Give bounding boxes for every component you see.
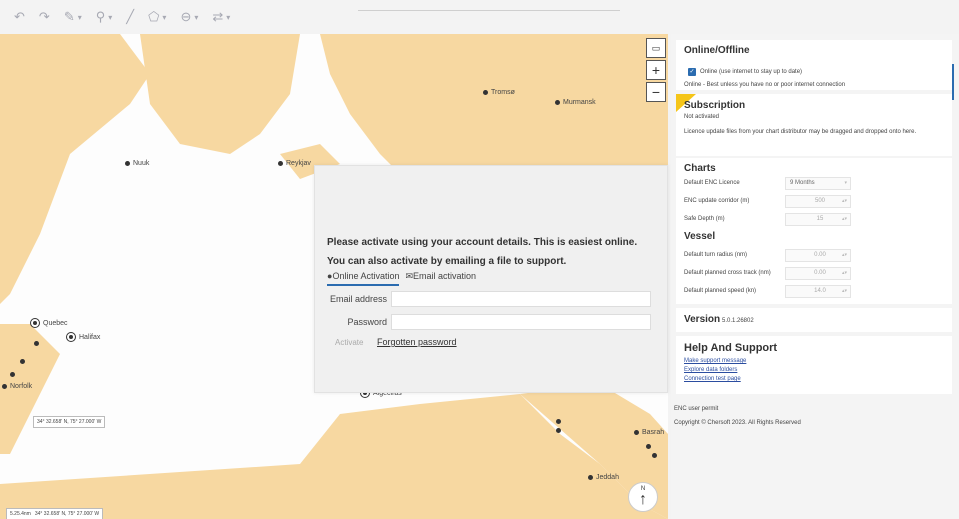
activation-tabs: ●Online Activation ✉Email activation — [327, 271, 476, 286]
city-norfolk[interactable]: Norfolk — [2, 383, 32, 390]
map-view-icon[interactable]: ▭ — [646, 38, 666, 58]
data-folders-link[interactable]: Explore data folders — [684, 367, 737, 373]
copyright-text: Copyright © Chersoft 2023. All Rights Re… — [674, 420, 801, 426]
stepper-icon: ▴▾ — [841, 216, 847, 222]
stepper-icon: ▴▾ — [841, 270, 847, 276]
city-tromso[interactable]: Tromsø — [483, 89, 515, 96]
version-title: Version — [684, 314, 721, 325]
activation-dialog: Please activate using your account detai… — [314, 165, 668, 393]
city-jeddah[interactable]: Jeddah — [588, 474, 619, 481]
email-field[interactable] — [391, 291, 651, 307]
cross-track-field[interactable]: 0.00 ▴▾ — [785, 267, 851, 280]
tab-online-activation[interactable]: ●Online Activation — [327, 271, 400, 286]
coordinate-readout: 34° 32.658' N, 75° 27.000' W — [33, 416, 106, 428]
tab-email-activation[interactable]: ✉Email activation — [405, 271, 476, 286]
forgotten-password-link[interactable]: Forgotten password — [377, 337, 457, 347]
email-label: Email address — [329, 294, 387, 304]
safe-depth-field[interactable]: 15 ▴▾ — [785, 213, 851, 226]
version-value: 5.0.1.26802 — [722, 318, 754, 324]
settings-panel: Online/Offline ✓ Online (use internet to… — [671, 34, 959, 519]
port-marker[interactable] — [652, 453, 657, 458]
north-arrow-button[interactable]: N ↑ — [628, 482, 658, 512]
password-field[interactable] — [391, 314, 651, 330]
stepper-icon: ▴▾ — [841, 288, 847, 294]
undo-icon[interactable]: ↶ — [14, 9, 25, 25]
status-readout: 5.25.4nm 34° 32.658' N, 75° 27.000' W — [6, 508, 104, 519]
zoom-in-button[interactable]: + — [646, 60, 666, 80]
port-marker[interactable] — [34, 341, 39, 346]
port-marker[interactable] — [556, 428, 561, 433]
city-murmansk[interactable]: Murmansk — [555, 99, 596, 106]
city-nuuk[interactable]: Nuuk — [125, 160, 149, 167]
polygon-icon[interactable]: ⬠ ▾ — [148, 9, 166, 25]
planned-speed-field[interactable]: 14.0 ▴▾ — [785, 285, 851, 298]
email-icon: ✉ — [405, 271, 414, 281]
cross-track-label: Default planned cross track (nm) — [684, 270, 771, 276]
enc-permit-link[interactable]: ENC user permit — [674, 406, 718, 412]
online-title: Online/Offline — [684, 45, 750, 56]
panel-scrollbar[interactable] — [952, 64, 954, 100]
help-card: Help And Support Make support message Ex… — [676, 336, 952, 394]
charts-title: Charts — [684, 163, 716, 174]
city-reykjavik[interactable]: Reykjav — [278, 160, 311, 167]
subscription-title: Subscription — [684, 100, 746, 111]
city-halifax[interactable]: Halifax — [66, 332, 100, 342]
cursor-readout: 34° 32.658' N, 75° 27.000' W — [34, 511, 100, 517]
version-card: Version 5.0.1.26802 — [676, 308, 952, 332]
subscription-note: Licence update files from your chart dis… — [684, 129, 917, 135]
help-title: Help And Support — [684, 342, 778, 354]
online-checkbox[interactable]: ✓ — [688, 68, 696, 76]
corridor-field[interactable]: 500 ▴▾ — [785, 195, 851, 208]
subscription-card: Subscription Not activated Licence updat… — [676, 94, 952, 156]
safe-depth-label: Safe Depth (m) — [684, 216, 725, 222]
online-note: Online - Best unless you have no or poor… — [684, 82, 846, 88]
corridor-label: ENC update corridor (m) — [684, 198, 750, 204]
turn-radius-label: Default turn radius (nm) — [684, 252, 748, 258]
planned-speed-label: Default planned speed (kn) — [684, 288, 757, 294]
connection-test-link[interactable]: Connection test page — [684, 376, 741, 382]
enc-licence-select[interactable]: 9 Months ▾ — [785, 177, 851, 190]
charts-vessel-card: Charts Default ENC Licence 9 Months ▾ ENC… — [676, 158, 952, 304]
activate-button[interactable]: Activate — [335, 338, 363, 347]
city-basrah[interactable]: Basrah — [634, 429, 664, 436]
map-toolbar: ↶ ↷ ✎ ▾ ⚲ ▾ ╱ ⬠ ▾ ⊖ ▾ ⇄ ▾ — [0, 0, 668, 35]
route-icon[interactable]: ⇄ ▾ — [212, 9, 230, 25]
dialog-line-2: You can also activate by emailing a file… — [327, 256, 567, 267]
online-offline-card: Online/Offline ✓ Online (use internet to… — [676, 40, 952, 90]
north-arrow-icon: ↑ — [639, 491, 647, 508]
zoom-out-button[interactable]: − — [646, 82, 666, 102]
support-message-link[interactable]: Make support message — [684, 358, 746, 364]
subscription-status: Not activated — [684, 114, 720, 120]
toolbar-divider — [358, 10, 620, 11]
stepper-icon: ▴▾ — [841, 198, 847, 204]
city-quebec[interactable]: Quebec — [30, 318, 68, 328]
dialog-line-1: Please activate using your account detai… — [327, 237, 638, 248]
pin-icon[interactable]: ⚲ ▾ — [96, 9, 113, 25]
scale-readout: 5.25.4nm — [10, 511, 31, 517]
turn-radius-field[interactable]: 0.00 ▴▾ — [785, 249, 851, 262]
port-marker[interactable] — [556, 419, 561, 424]
vessel-title: Vessel — [684, 231, 716, 242]
port-marker[interactable] — [20, 359, 25, 364]
port-marker[interactable] — [10, 372, 15, 377]
pencil-icon[interactable]: ✎ ▾ — [64, 9, 82, 25]
chevron-down-icon: ▾ — [844, 180, 847, 186]
line-icon[interactable]: ╱ — [126, 9, 134, 25]
enc-licence-label: Default ENC Licence — [684, 180, 740, 186]
redo-icon[interactable]: ↷ — [39, 9, 50, 25]
stepper-icon: ▴▾ — [841, 252, 847, 258]
layers-icon[interactable]: ⊖ ▾ — [180, 9, 198, 25]
online-checkbox-label: Online (use internet to stay up to date) — [700, 69, 803, 75]
password-label: Password — [347, 317, 387, 327]
port-marker[interactable] — [646, 444, 651, 449]
